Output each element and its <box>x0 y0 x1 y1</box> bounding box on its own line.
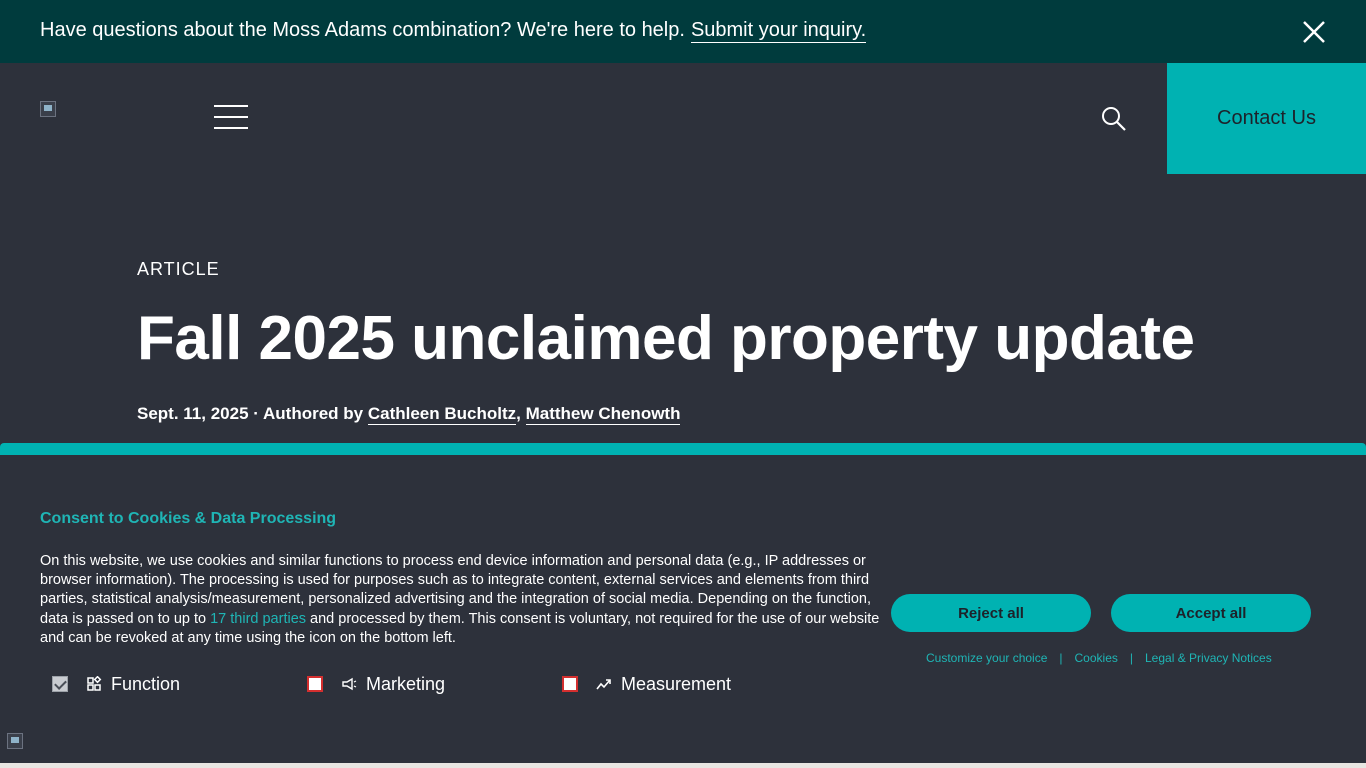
category-label: Function <box>111 673 181 694</box>
cookies-link[interactable]: Cookies <box>1075 651 1118 665</box>
link-separator: | <box>1129 651 1133 665</box>
customize-choice-link[interactable]: Customize your choice <box>926 651 1047 665</box>
hamburger-icon <box>214 105 248 107</box>
page-title: Fall 2025 unclaimed property update <box>137 304 1195 373</box>
announcement-bar: Have questions about the Moss Adams comb… <box>0 0 1366 63</box>
article-date: Sept. 11, 2025 <box>137 404 249 423</box>
cookie-links: Customize your choice | Cookies | Legal & Pr… <box>926 651 1272 665</box>
accept-all-button[interactable]: Accept all <box>1111 594 1311 632</box>
reject-all-button[interactable]: Reject all <box>891 594 1091 632</box>
privacy-settings-icon[interactable] <box>7 733 23 749</box>
cookie-consent-panel: Consent to Cookies & Data Processing On … <box>0 455 1366 763</box>
link-separator: | <box>1059 651 1063 665</box>
megaphone-icon <box>342 677 357 691</box>
page-bottom-edge <box>0 763 1366 768</box>
function-icon <box>87 676 102 691</box>
marketing-checkbox[interactable] <box>307 676 323 692</box>
meta-separator: · Authored by <box>248 404 368 423</box>
hamburger-icon <box>214 127 248 129</box>
search-button[interactable] <box>1100 105 1128 133</box>
category-function[interactable]: Function <box>52 672 180 696</box>
search-icon <box>1102 107 1126 131</box>
measurement-checkbox[interactable] <box>562 676 578 692</box>
close-icon <box>1303 21 1325 43</box>
article-meta: Sept. 11, 2025 · Authored by Cathleen Bu… <box>137 404 681 425</box>
cookie-title: Consent to Cookies & Data Processing <box>40 510 337 527</box>
site-logo[interactable] <box>40 101 56 117</box>
contact-us-button[interactable]: Contact Us <box>1167 63 1366 174</box>
submit-inquiry-link[interactable]: Submit your inquiry. <box>690 19 867 43</box>
article-eyebrow: ARTICLE <box>137 259 220 279</box>
cookie-panel-border <box>0 443 1366 455</box>
third-parties-link[interactable]: 17 third parties <box>210 611 306 627</box>
function-checkbox[interactable] <box>52 676 68 692</box>
author-link[interactable]: Cathleen Bucholtz <box>367 404 517 425</box>
category-label: Measurement <box>621 673 732 694</box>
legal-privacy-link[interactable]: Legal & Privacy Notices <box>1145 651 1272 665</box>
menu-button[interactable] <box>214 105 248 131</box>
category-label: Marketing <box>366 673 446 694</box>
site-header: Contact Us <box>0 63 1366 174</box>
chart-trend-icon <box>596 679 611 690</box>
category-measurement[interactable]: Measurement <box>562 672 731 696</box>
announcement-message: Have questions about the Moss Adams comb… <box>40 19 685 41</box>
cookie-description: On this website, we use cookies and simi… <box>40 552 885 648</box>
hamburger-icon <box>214 116 248 118</box>
author-separator: , <box>516 404 526 423</box>
author-link[interactable]: Matthew Chenowth <box>525 404 681 425</box>
close-announcement-button[interactable] <box>1300 18 1328 46</box>
category-marketing[interactable]: Marketing <box>307 672 445 696</box>
announcement-text: Have questions about the Moss Adams comb… <box>40 18 867 43</box>
